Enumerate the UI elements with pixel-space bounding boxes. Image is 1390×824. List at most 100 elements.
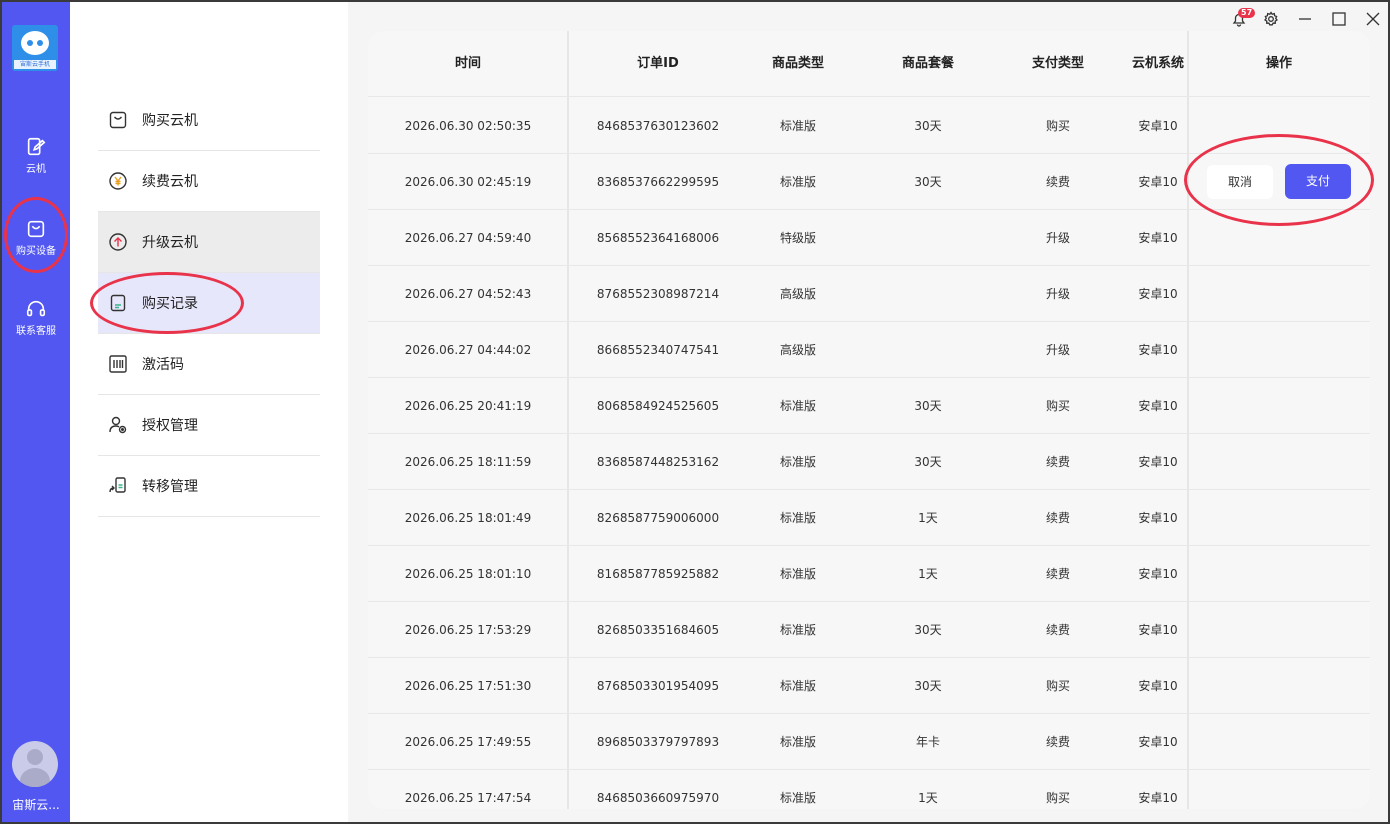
rail-item-label: 购买设备 [16,246,56,257]
menu-item-transfer-management[interactable]: 转移管理 [98,456,320,517]
cell-package [868,210,988,266]
avatar[interactable] [12,741,58,787]
table-row: 2026.06.27 04:44:02 8668552340747541 高级版 升级… [368,322,1370,378]
table-row: 2026.06.25 17:53:29 8268503351684605 标准版 30… [368,602,1370,658]
cell-order-id: 8468503660975970 [596,791,720,805]
cell-payment-type: 续费 [1045,623,1070,637]
menu-item-renew-cloud-phone[interactable]: 续费云机 [98,151,320,212]
menu-item-label: 续费云机 [142,174,198,190]
yen-circle-icon [109,172,127,190]
cell-product-type: 标准版 [779,679,816,693]
cell-order-id: 8368587448253162 [596,455,720,469]
purchase-records-table: 时间 订单ID 商品类型 商品套餐 支付类型 云机系统 操作 2026.06.3… [368,31,1370,809]
table-row: 2026.06.25 18:01:49 8268587759006000 标准版 1天… [368,490,1370,546]
cell-time: 2026.06.25 18:11:59 [404,455,532,469]
user-name: 宙斯云... [12,798,60,812]
cell-order-id: 8168587785925882 [596,567,720,581]
transfer-phone-icon [109,477,126,493]
cell-order-id: 8768503301954095 [596,679,720,693]
cell-package: 年卡 [915,735,940,749]
logo-text: 宙斯云手机 [14,60,56,69]
cell-time: 2026.06.25 17:53:29 [404,623,532,637]
cell-payment-type: 升级 [1045,231,1070,245]
notification-button[interactable]: 57 [1226,8,1256,30]
user-lock-icon [109,416,127,434]
table-header: 时间 订单ID 商品类型 商品套餐 支付类型 云机系统 操作 [368,31,1370,97]
cell-time: 2026.06.25 18:01:49 [404,511,532,525]
rail-item-cloud-phone[interactable]: 云机 [2,136,70,175]
menu-item-label: 转移管理 [142,479,198,495]
cloud-phone-icon [27,137,46,156]
cell-order-id: 8468537630123602 [596,119,720,133]
cell-time: 2026.06.27 04:44:02 [404,343,532,357]
cell-package: 30天 [914,119,942,133]
menu-item-upgrade-cloud-phone[interactable]: 升级云机 [98,212,320,273]
cell-product-type: 高级版 [779,343,816,357]
cell-product-type: 高级版 [779,287,816,301]
bag-icon [109,111,127,129]
menu-item-authorization-management[interactable]: 授权管理 [98,395,320,456]
cell-product-type: 标准版 [779,567,816,581]
cell-payment-type: 升级 [1045,343,1070,357]
rail-item-label: 云机 [26,164,46,175]
robot-logo-icon [21,31,49,55]
minimize-icon [1299,18,1311,20]
menu-item-label: 购买云机 [142,113,198,129]
cell-payment-type: 续费 [1045,735,1070,749]
menu-item-buy-cloud-phone[interactable]: 购买云机 [98,90,320,151]
cell-system: 安卓10 [1138,623,1178,637]
settings-button[interactable] [1260,8,1282,30]
cell-payment-type: 购买 [1045,679,1070,693]
menu-item-purchase-records[interactable]: 购买记录 [98,273,320,334]
table-row: 2026.06.25 17:51:30 8768503301954095 标准版 30… [368,658,1370,714]
rail-item-label: 联系客服 [16,326,56,337]
rail-item-customer-service[interactable]: 联系客服 [2,298,70,337]
document-icon [110,294,126,312]
cell-package [868,322,988,378]
close-button[interactable] [1362,8,1384,30]
cell-system: 安卓10 [1138,119,1178,133]
maximize-icon [1332,12,1346,26]
cancel-button[interactable]: 取消 [1207,165,1273,199]
app-logo: 宙斯云手机 [12,25,58,71]
cell-time: 2026.06.27 04:59:40 [404,231,532,245]
notification-badge: 57 [1238,8,1256,18]
cell-system: 安卓10 [1138,735,1178,749]
table-row: 2026.06.25 18:11:59 8368587448253162 标准版 30… [368,434,1370,490]
cell-system: 安卓10 [1138,175,1178,189]
cell-product-type: 标准版 [779,623,816,637]
cell-payment-type: 续费 [1045,567,1070,581]
rail-item-buy-device[interactable]: 购买设备 [2,218,70,257]
menu-item-label: 激活码 [142,357,184,373]
table-row: 2026.06.25 20:41:19 8068584924525605 标准版 30… [368,378,1370,434]
shopping-bag-icon [27,220,45,238]
cell-time: 2026.06.25 17:47:54 [404,791,532,805]
cell-product-type: 标准版 [779,511,816,525]
left-rail: 宙斯云手机 云机 购买设备 联系客服 宙斯云... [2,2,70,822]
maximize-button[interactable] [1328,8,1350,30]
cell-package: 30天 [914,455,942,469]
cell-order-id: 8968503379797893 [596,735,720,749]
cell-system: 安卓10 [1138,287,1178,301]
purchase-menu: 购买云机 续费云机 升级云机 购买记录 激活码 授权管理 转移管理 [70,2,348,822]
cell-package: 1天 [918,567,938,581]
cell-system: 安卓10 [1138,679,1178,693]
cell-payment-type: 续费 [1045,455,1070,469]
menu-item-label: 授权管理 [142,418,198,434]
cell-time: 2026.06.30 02:50:35 [404,119,532,133]
cell-package: 30天 [914,175,942,189]
header-product-type: 商品类型 [771,56,824,71]
cell-system: 安卓10 [1138,399,1178,413]
pay-button[interactable]: 支付 [1285,164,1351,199]
cell-payment-type: 购买 [1045,119,1070,133]
menu-item-activation-code[interactable]: 激活码 [98,334,320,395]
cell-order-id: 8268503351684605 [596,623,720,637]
minimize-button[interactable] [1294,8,1316,30]
cell-system: 安卓10 [1138,791,1178,805]
cell-time: 2026.06.25 17:51:30 [404,679,532,693]
cell-package: 30天 [914,399,942,413]
cell-system: 安卓10 [1138,231,1178,245]
cell-order-id: 8668552340747541 [596,343,720,357]
cell-product-type: 标准版 [779,735,816,749]
cell-package: 30天 [914,679,942,693]
